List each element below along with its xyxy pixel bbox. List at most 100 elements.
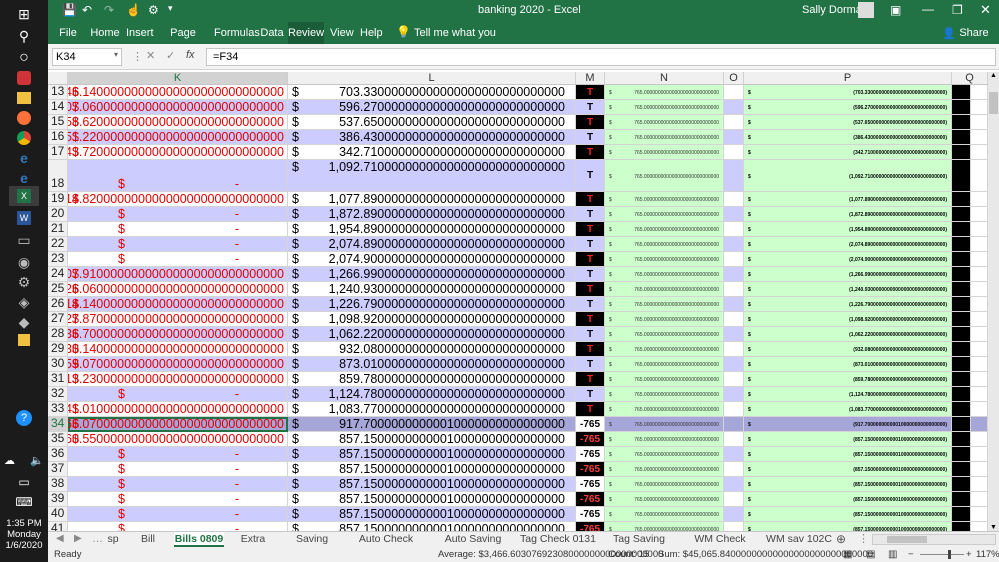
cell-p[interactable]: $ (857.15000000000010000000000000000) (744, 447, 952, 462)
cell-q[interactable] (952, 372, 971, 387)
tab-options-icon[interactable]: ⋮ (858, 532, 869, 545)
next-sheet-icon[interactable]: ▶ (74, 533, 82, 544)
cell-n[interactable]: $765.000000000000000000000000000 (605, 160, 724, 192)
sheet-tab[interactable]: Tag Saving 8973 (602, 532, 676, 560)
cell-r[interactable] (971, 297, 988, 312)
cell-n[interactable]: $765.000000000000000000000000000 (605, 252, 724, 267)
cell-o[interactable] (724, 85, 744, 100)
row-number[interactable]: 35 (48, 432, 68, 447)
cell-r[interactable] (971, 357, 988, 372)
cell-q[interactable] (952, 357, 971, 372)
cell-k[interactable]: $58.62000000000000000000000000000 (68, 115, 288, 130)
row-number[interactable]: 41 (48, 522, 68, 531)
sheet-tab[interactable]: Bills 0809 (174, 532, 224, 547)
cell-n[interactable]: $765.000000000000000000000000000 (605, 145, 724, 160)
cell-l[interactable]: $1,077.89000000000000000000000000000 (288, 192, 576, 207)
cell-r[interactable] (971, 282, 988, 297)
cell-k[interactable]: $ - (68, 462, 288, 477)
cell-l[interactable]: $386.43000000000000000000000000000 (288, 130, 576, 145)
row-number[interactable]: 40 (48, 507, 68, 522)
row-number[interactable]: 17 (48, 145, 68, 160)
app-icon[interactable] (18, 334, 30, 346)
cell-o[interactable] (724, 327, 744, 342)
weather-icon[interactable]: ☁ (4, 454, 15, 467)
cell-m[interactable]: -765 (576, 432, 605, 447)
app-icon[interactable]: ⚙ (11, 272, 37, 292)
cell-p[interactable]: $ (1,124.78000000000000000000000000000) (744, 387, 952, 402)
quick-access-icon[interactable]: ⚙ (148, 3, 159, 17)
name-box[interactable]: K34 (52, 48, 122, 66)
cell-k[interactable]: $ - (68, 477, 288, 492)
cell-r[interactable] (971, 342, 988, 357)
cell-o[interactable] (724, 192, 744, 207)
scroll-up-icon[interactable]: ▲ (990, 72, 997, 79)
cell-r[interactable] (971, 522, 988, 531)
zoom-level[interactable]: 117% (976, 547, 999, 562)
keyboard-icon[interactable]: ⌨ (11, 492, 37, 512)
row-number[interactable]: 24 (48, 267, 68, 282)
row-number[interactable]: 19 (48, 192, 68, 207)
cell-k[interactable]: $26.06000000000000000000000000000 (68, 282, 288, 297)
cell-p[interactable]: $ (1,092.71000000000000000000000000000) (744, 160, 952, 192)
cell-o[interactable] (724, 357, 744, 372)
cell-q[interactable] (952, 267, 971, 282)
app-icon[interactable]: ◉ (11, 252, 37, 272)
cell-p[interactable]: $ (1,098.92000000000000000000000000000) (744, 312, 952, 327)
row-number[interactable]: 26 (48, 297, 68, 312)
cell-n[interactable]: $765.000000000000000000000000000 (605, 432, 724, 447)
row-number[interactable]: 33 (48, 402, 68, 417)
name-box-dropdown-icon[interactable]: ▾ (114, 50, 118, 59)
sheet-tab[interactable]: Auto Saving 8808 (432, 532, 514, 560)
cell-m[interactable]: T (576, 282, 605, 297)
cell-p[interactable]: $ (2,074.90000000000000000000000000000) (744, 252, 952, 267)
cell-l[interactable]: $1,092.71000000000000000000000000000 (288, 160, 576, 192)
cell-n[interactable]: $765.000000000000000000000000000 (605, 115, 724, 130)
formula-input[interactable]: =F34 (206, 48, 996, 66)
undo-icon[interactable]: ↶ (82, 3, 92, 17)
cell-l[interactable]: $1,954.89000000000000000000000000000 (288, 222, 576, 237)
cell-r[interactable] (971, 100, 988, 115)
cell-q[interactable] (952, 507, 971, 522)
column-header-n[interactable]: N (605, 72, 724, 85)
cell-k[interactable]: $127.87000000000000000000000000000 (68, 312, 288, 327)
cell-m[interactable]: -765 (576, 477, 605, 492)
sheet-tab[interactable]: sp (104, 532, 122, 547)
normal-view-icon[interactable]: ▦ (843, 547, 852, 562)
cell-o[interactable] (724, 237, 744, 252)
zoom-out-icon[interactable]: − (908, 547, 914, 562)
cell-m[interactable]: T (576, 342, 605, 357)
sheet-tab[interactable]: Tag Check 0131 (520, 532, 596, 547)
store-icon[interactable]: ▭ (11, 230, 37, 250)
row-number[interactable]: 27 (48, 312, 68, 327)
cell-q[interactable] (952, 237, 971, 252)
cell-k[interactable]: $ - (68, 507, 288, 522)
cell-n[interactable]: $765.000000000000000000000000000 (605, 85, 724, 100)
cell-m[interactable]: -765 (576, 492, 605, 507)
cell-m[interactable]: T (576, 387, 605, 402)
new-sheet-icon[interactable]: ⊕ (836, 532, 846, 546)
cell-r[interactable] (971, 192, 988, 207)
cell-l[interactable]: $703.33000000000000000000000000000 (288, 85, 576, 100)
cell-q[interactable] (952, 192, 971, 207)
cell-k[interactable]: $59.07000000000000000000000000000 (68, 357, 288, 372)
cell-m[interactable]: T (576, 372, 605, 387)
cell-o[interactable] (724, 402, 744, 417)
row-number[interactable]: 14 (48, 100, 68, 115)
column-header-q[interactable]: Q (952, 72, 988, 85)
horizontal-scrollbar[interactable] (872, 534, 996, 545)
cell-n[interactable]: $765.000000000000000000000000000 (605, 387, 724, 402)
worksheet-grid[interactable]: K L M N O P Q 13 $46.14000000000000000000… (48, 72, 999, 531)
cell-q[interactable] (952, 522, 971, 531)
cell-m[interactable]: T (576, 207, 605, 222)
sheet-tab[interactable]: WM sav 102C ... (764, 532, 834, 560)
cell-o[interactable] (724, 222, 744, 237)
cell-l[interactable]: $1,240.93000000000000000000000000000 (288, 282, 576, 297)
row-number[interactable]: 20 (48, 207, 68, 222)
cell-p[interactable]: $ (1,062.22000000000000000000000000000) (744, 327, 952, 342)
insert-function-icon[interactable]: fx (186, 49, 195, 61)
cell-m[interactable]: T (576, 297, 605, 312)
cell-o[interactable] (724, 432, 744, 447)
column-header-k[interactable]: K (68, 72, 288, 85)
cell-o[interactable] (724, 282, 744, 297)
column-header-p[interactable]: P (744, 72, 952, 85)
